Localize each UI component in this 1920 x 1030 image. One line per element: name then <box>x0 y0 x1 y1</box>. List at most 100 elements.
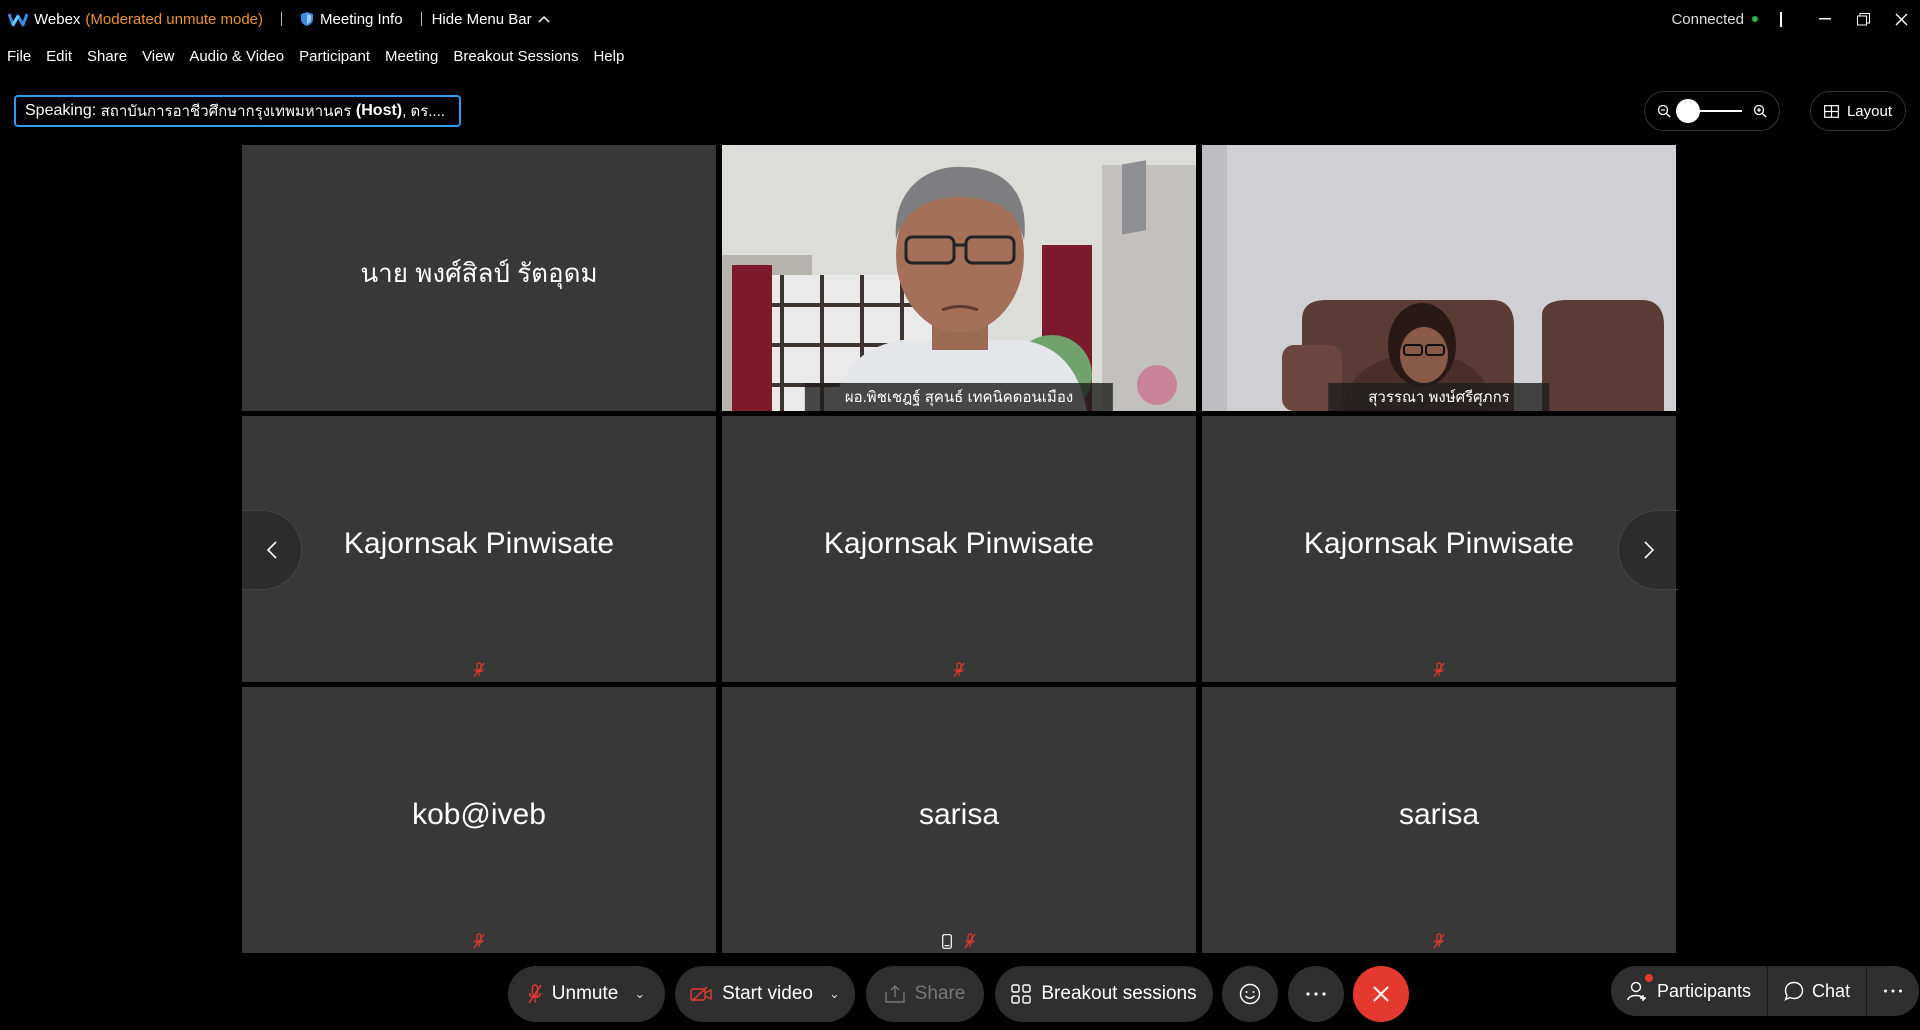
minimize-button[interactable] <box>1806 0 1844 38</box>
participant-video-tile[interactable]: สุวรรณา พงษ์ศรีศุภกร <box>1202 145 1676 411</box>
active-speaker-banner[interactable]: Speaking: สถาบันการอาชีวศึกษากรุงเทพมหาน… <box>14 95 461 127</box>
reactions-button[interactable] <box>1222 966 1278 1022</box>
connection-status[interactable]: Connected <box>1671 11 1758 28</box>
zoom-in-icon[interactable] <box>1753 104 1767 118</box>
participant-tile[interactable]: kob@iveb <box>242 687 716 953</box>
video-off-icon <box>690 986 712 1002</box>
participant-status-icons <box>942 933 976 949</box>
meeting-info-label: Meeting Info <box>320 10 403 28</box>
smiley-icon <box>1239 983 1261 1005</box>
breakout-sessions-button[interactable]: Breakout sessions <box>995 966 1213 1022</box>
menu-bar: File Edit Share View Audio & Video Parti… <box>0 44 639 68</box>
connected-dot-icon <box>1752 16 1758 22</box>
menu-share[interactable]: Share <box>87 48 127 65</box>
menu-breakout-sessions[interactable]: Breakout Sessions <box>453 48 578 65</box>
participant-name: Kajornsak Pinwisate <box>1303 527 1575 560</box>
participant-tile[interactable]: sarisa <box>1202 687 1676 953</box>
speaker-role: (Host) <box>351 102 403 119</box>
chevron-down-icon[interactable]: ⌄ <box>829 986 840 1002</box>
layout-button[interactable]: Layout <box>1810 91 1906 131</box>
share-icon <box>884 985 905 1003</box>
participant-tile[interactable]: sarisa <box>722 687 1196 953</box>
chevron-left-icon <box>266 541 277 559</box>
participant-tile[interactable]: Kajornsak Pinwisate <box>722 416 1196 682</box>
start-video-button[interactable]: Start video ⌄ <box>675 966 855 1022</box>
muted-mic-icon <box>528 984 542 1004</box>
divider <box>281 12 283 26</box>
muted-mic-icon <box>1433 933 1445 949</box>
restore-button[interactable] <box>1844 0 1882 38</box>
video-grid: นาย พงศ์สิลป์ รัตอุดม ผอ.พิชเชฎฐ์ สุคนธ์… <box>242 145 1678 953</box>
grid-layout-icon <box>1824 104 1839 118</box>
more-panels-button[interactable] <box>1867 966 1919 1016</box>
connection-status-label: Connected <box>1671 10 1744 28</box>
menu-meeting[interactable]: Meeting <box>385 48 438 65</box>
muted-mic-icon <box>473 662 485 678</box>
more-options-button[interactable] <box>1288 966 1344 1022</box>
participant-name: sarisa <box>1398 798 1480 831</box>
unmute-label: Unmute <box>551 983 619 1004</box>
menu-help[interactable]: Help <box>593 48 624 65</box>
meeting-info-button[interactable]: Meeting Info <box>300 11 403 28</box>
unmute-button[interactable]: Unmute ⌄ <box>508 966 665 1022</box>
share-label: Share <box>914 983 966 1004</box>
chat-button[interactable]: Chat <box>1768 966 1868 1016</box>
close-icon <box>1373 986 1389 1002</box>
title-bar: Webex (Moderated unmute mode) Meeting In… <box>0 0 1920 38</box>
participant-video-tile[interactable]: ผอ.พิชเชฎฐ์ สุคนธ์ เทคนิคดอนเมือง <box>722 145 1196 411</box>
hide-menu-bar-button[interactable]: Hide Menu Bar <box>432 11 550 28</box>
webex-logo-icon <box>8 13 28 27</box>
breakout-sessions-label: Breakout sessions <box>1041 983 1197 1004</box>
chevron-up-icon <box>538 15 550 23</box>
participant-tile[interactable]: นาย พงศ์สิลป์ รัตอุดม <box>242 145 716 411</box>
muted-mic-icon <box>953 662 965 678</box>
muted-mic-icon <box>1433 662 1445 678</box>
participants-button[interactable]: Participants <box>1611 966 1769 1016</box>
chat-bubble-icon <box>1784 981 1804 1001</box>
speaking-prefix: Speaking: <box>25 102 101 119</box>
participant-video-icon <box>1202 145 1676 411</box>
participants-icon <box>1627 981 1646 1001</box>
muted-mic-icon <box>473 933 485 949</box>
layout-label: Layout <box>1846 102 1893 120</box>
chevron-right-icon <box>1643 541 1654 559</box>
breakout-grid-icon <box>1011 984 1032 1004</box>
close-icon <box>1895 13 1907 25</box>
zoom-out-icon[interactable] <box>1657 104 1671 118</box>
menu-audio-video[interactable]: Audio & Video <box>189 48 284 65</box>
participant-name: Kajornsak Pinwisate <box>343 527 615 560</box>
participant-name: สุวรรณา พงษ์ศรีศุภกร <box>1328 383 1550 411</box>
unmute-mode-label: (Moderated unmute mode) <box>85 10 264 28</box>
participant-tile[interactable]: Kajornsak Pinwisate <box>242 416 716 682</box>
video-zoom-control <box>1644 91 1780 131</box>
muted-mic-icon <box>964 933 976 949</box>
divider <box>420 12 422 26</box>
divider <box>1780 11 1782 27</box>
chevron-down-icon[interactable]: ⌄ <box>634 986 645 1002</box>
shield-icon <box>301 12 314 26</box>
minimize-icon <box>1819 18 1831 20</box>
hide-menu-bar-label: Hide Menu Bar <box>431 10 532 28</box>
participant-name: ผอ.พิชเชฎฐ์ สุคนธ์ เทคนิคดอนเมือง <box>804 383 1114 411</box>
participant-tile[interactable]: Kajornsak Pinwisate <box>1202 416 1676 682</box>
zoom-slider[interactable] <box>1676 99 1742 123</box>
notification-dot <box>1645 974 1653 982</box>
menu-file[interactable]: File <box>7 48 31 65</box>
participant-video-icon <box>722 145 1196 411</box>
menu-edit[interactable]: Edit <box>46 48 72 65</box>
restore-icon <box>1856 12 1870 25</box>
ellipsis-icon <box>1306 992 1326 996</box>
mobile-device-icon <box>942 933 952 949</box>
participants-label: Participants <box>1657 980 1752 1001</box>
leave-meeting-button[interactable] <box>1353 966 1409 1022</box>
participant-name: Kajornsak Pinwisate <box>823 527 1095 560</box>
zoom-slider-handle[interactable] <box>1676 99 1700 123</box>
participant-name: kob@iveb <box>412 798 546 831</box>
chat-label: Chat <box>1812 980 1851 1001</box>
menu-participant[interactable]: Participant <box>299 48 370 65</box>
close-window-button[interactable] <box>1882 0 1920 38</box>
menu-view[interactable]: View <box>142 48 174 65</box>
app-title: Webex <box>34 10 81 28</box>
share-button[interactable]: Share <box>866 966 984 1022</box>
ellipsis-icon <box>1884 989 1903 993</box>
